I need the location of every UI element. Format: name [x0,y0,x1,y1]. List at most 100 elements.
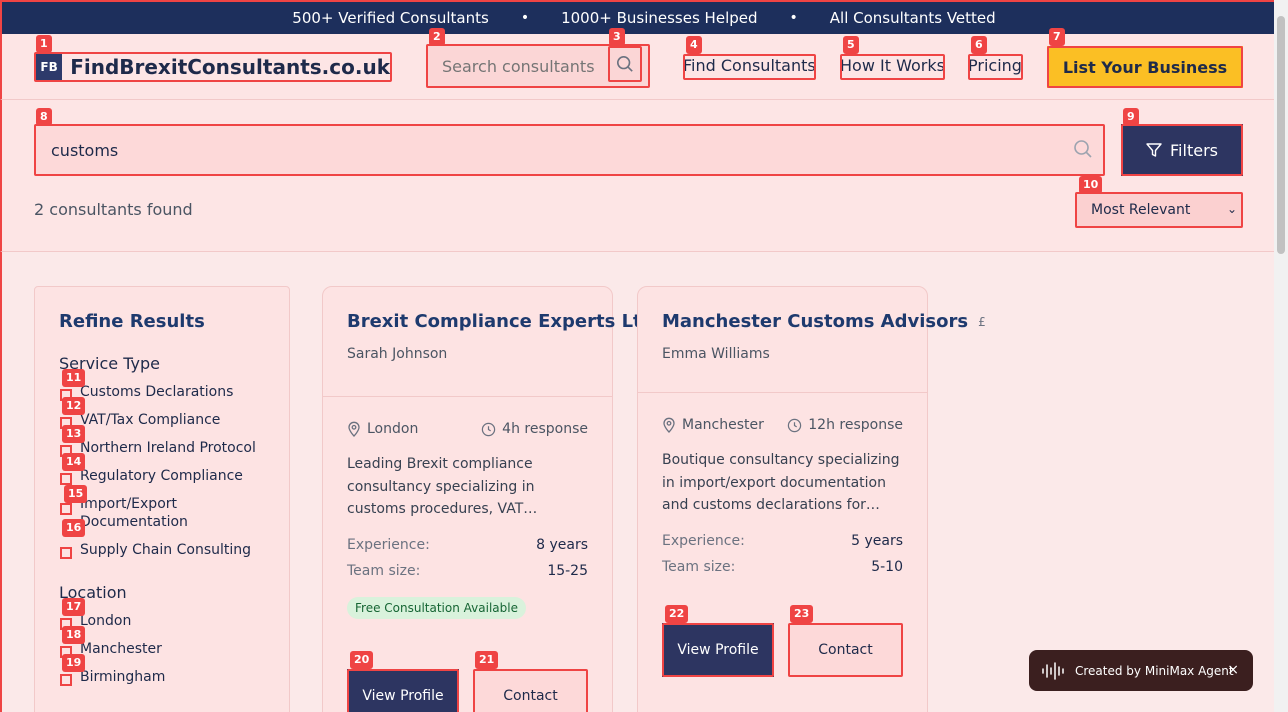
header-search-button[interactable] [608,46,642,82]
site-logo-link[interactable]: FB FindBrexitConsultants.co.uk [34,51,392,82]
search-section: 8 9 Filters 2 consultants found 10 Most … [0,100,1288,252]
annotation-badge: 23 [790,605,814,623]
clock-icon [788,418,802,432]
main-search [34,124,1105,176]
filter-option: 15 Import/Export Documentation [59,485,265,531]
filter-option-label: Supply Chain Consulting [80,542,252,558]
header-search-input[interactable] [426,56,606,76]
view-profile-button[interactable]: View Profile [347,669,459,712]
annotation-badge: 5 [843,36,859,54]
refine-sidebar: Refine Results Service Type 11 Customs D… [34,286,290,712]
search-icon [1074,140,1092,158]
filter-option-label: Import/Export Documentation [80,496,188,530]
filter-icon [1146,143,1162,157]
nav-pricing[interactable]: Pricing [968,54,1023,80]
logo-mark: FB [36,53,63,80]
nav-how-it-works[interactable]: How It Works [840,54,945,80]
card-header: Brexit Compliance Experts Lt Sarah Johns… [323,287,642,397]
created-by-toast: Created by MiniMax Agent × [1029,650,1253,691]
contact-button[interactable]: Contact [788,623,903,677]
annotation-badge: 2 [429,28,445,46]
stat-label: Experience: [347,536,430,553]
annotation-badge: 8 [36,108,52,126]
map-pin-icon [663,417,675,433]
annotation-badge: 17 [62,598,86,616]
card-meta: London 4h response [323,421,612,437]
card-response: 4h response [481,421,588,437]
card-location-text: Manchester [682,417,764,433]
results-count: 2 consultants found [34,200,193,219]
stat-value: 5 years [851,532,903,549]
card-title[interactable]: Manchester Customs Advisors [662,311,968,332]
filter-option: 19 Birmingham [59,654,265,686]
top-announcement-bar: 500+ Verified Consultants • 1000+ Busine… [0,0,1288,34]
map-pin-icon [348,421,360,437]
sort-select[interactable]: Most Relevant ⌄ [1075,192,1243,228]
filters-label: Filters [1170,140,1218,160]
free-consultation-badge: Free Consultation Available [347,596,526,619]
card-contact-name: Sarah Johnson [347,346,448,362]
filter-option: 16 Supply Chain Consulting [59,519,265,559]
contact-button[interactable]: Contact [473,669,588,712]
results-area: Refine Results Service Type 11 Customs D… [0,252,1288,712]
card-location: Manchester [662,417,764,433]
scrollbar-thumb[interactable] [1277,16,1285,254]
card-header: Manchester Customs Advisors £ Emma Willi… [638,287,986,393]
card-description: Boutique consultancy specializing in imp… [662,452,900,513]
filter-checkbox[interactable] [60,503,72,515]
annotation-badge: 9 [1123,108,1139,126]
card-title-row: Manchester Customs Advisors £ [662,311,986,332]
location-heading: Location [59,583,127,602]
stat-value: 5-10 [871,558,903,575]
search-icon [616,55,633,72]
page-scrollbar[interactable] [1274,0,1288,712]
filter-option: 11 Customs Declarations [59,369,265,401]
filter-option-label: London [80,613,132,629]
card-stat-team: Team size: 15-25 [323,563,612,579]
toast-label: Created by MiniMax Agent [1075,663,1234,678]
card-response-text: 12h response [808,417,903,433]
card-response: 12h response [787,417,903,433]
filter-checkbox[interactable] [60,473,72,485]
annotation-badge: 10 [1079,176,1103,194]
filter-checkbox[interactable] [60,547,72,559]
card-description: Leading Brexit compliance consultancy sp… [347,456,538,517]
chevron-down-icon: ⌄ [1226,202,1237,216]
filter-option-label: Customs Declarations [80,384,234,400]
filter-option: 18 Manchester [59,626,265,658]
nav-find-consultants[interactable]: Find Consultants [683,54,816,80]
stat-label: Experience: [662,532,745,549]
annotation-badge: 15 [64,485,88,503]
filters-button[interactable]: Filters [1121,124,1243,176]
price-symbol: £ [978,314,986,329]
annotation-badge: 6 [971,36,987,54]
card-contact-name: Emma Williams [662,346,770,362]
list-your-business-button[interactable]: List Your Business [1047,46,1243,88]
card-meta: Manchester 12h response [638,417,927,433]
filter-option-label: Regulatory Compliance [80,468,243,484]
consultant-card: Brexit Compliance Experts Lt Sarah Johns… [322,286,642,712]
filter-option-label: Birmingham [80,669,166,685]
card-title[interactable]: Brexit Compliance Experts Lt [347,311,642,332]
main-search-input[interactable] [34,140,1034,160]
filter-option-label: VAT/Tax Compliance [80,412,221,428]
close-icon[interactable]: × [1227,662,1239,678]
annotation-badge: 21 [475,651,499,669]
filter-checkbox[interactable] [60,674,72,686]
card-stat-team: Team size: 5-10 [638,559,927,575]
stat-label: Team size: [347,562,421,579]
annotation-badge: 20 [350,651,374,669]
service-type-heading: Service Type [59,354,160,373]
annotation-badge: 4 [686,36,702,54]
filter-option: 12 VAT/Tax Compliance [59,397,265,429]
annotation-badge: 18 [62,626,86,644]
view-profile-button[interactable]: View Profile [662,623,774,677]
annotation-badge: 3 [609,28,625,46]
stat-value: 8 years [536,536,588,553]
annotation-badge: 7 [1049,28,1065,46]
sort-selected-value: Most Relevant [1091,202,1191,218]
stat-label: Team size: [662,558,736,575]
annotation-badge: 16 [62,519,86,537]
separator-dot: • [789,10,798,26]
card-location: London [347,421,418,437]
